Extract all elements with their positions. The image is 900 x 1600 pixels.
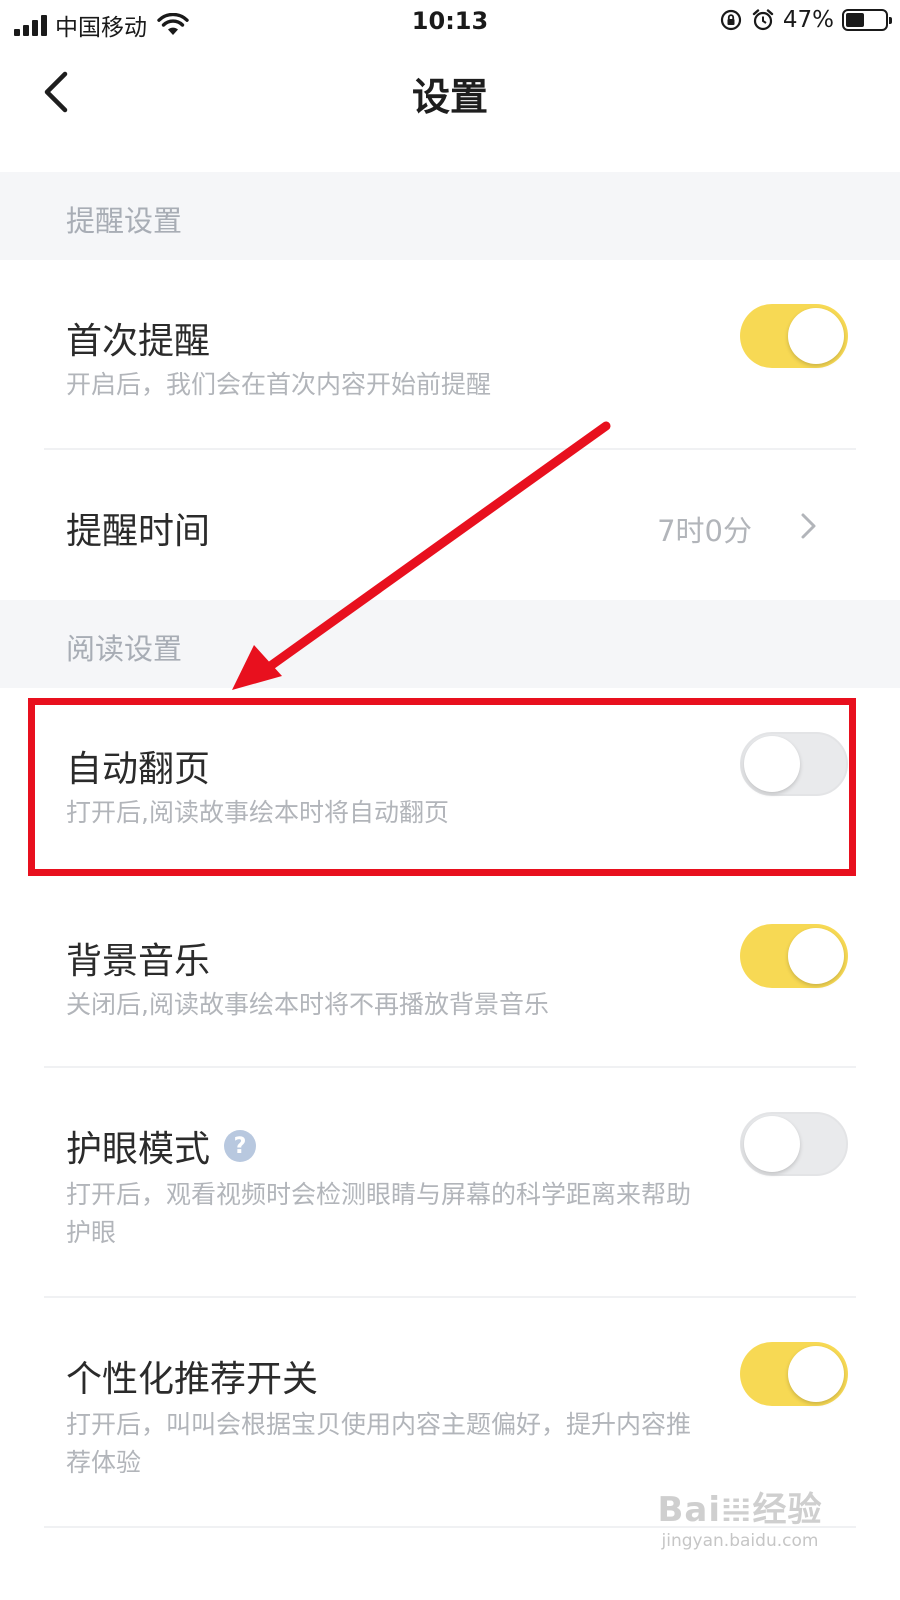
row-reminder-time[interactable]: 提醒时间 7时0分 bbox=[0, 450, 900, 600]
status-bar: 中国移动 10:13 47% bbox=[0, 0, 900, 46]
eye-care-title: 护眼模式 ? bbox=[66, 1120, 257, 1172]
auto-page-toggle[interactable] bbox=[740, 732, 848, 796]
eye-care-toggle[interactable] bbox=[740, 1112, 848, 1176]
first-reminder-toggle[interactable] bbox=[740, 304, 848, 368]
chevron-left-icon bbox=[44, 71, 68, 113]
bg-music-title: 背景音乐 bbox=[66, 941, 211, 982]
chevron-right-icon bbox=[801, 513, 816, 539]
auto-page-title: 自动翻页 bbox=[66, 749, 211, 790]
status-right: 47% bbox=[719, 7, 892, 33]
row-auto-page: 自动翻页 打开后,阅读故事绘本时将自动翻页 bbox=[0, 688, 900, 880]
watermark-url: jingyan.baidu.com bbox=[661, 1531, 819, 1551]
page-title: 设置 bbox=[411, 75, 488, 119]
nav-bar: 设置 bbox=[0, 46, 900, 140]
row-first-reminder: 首次提醒 开启后，我们会在首次内容开始前提醒 bbox=[0, 260, 900, 450]
auto-page-desc: 打开后,阅读故事绘本时将自动翻页 bbox=[66, 798, 449, 827]
first-reminder-title: 首次提醒 bbox=[66, 321, 211, 362]
reminder-time-title: 提醒时间 bbox=[66, 511, 211, 552]
battery-fill bbox=[846, 13, 864, 27]
reminder-time-value: 7时0分 bbox=[657, 514, 752, 548]
row-bg-music: 背景音乐 关闭后,阅读故事绘本时将不再播放背景音乐 bbox=[0, 880, 900, 1068]
section-title-reminder: 提醒设置 bbox=[66, 204, 183, 238]
battery-percent: 47% bbox=[782, 7, 834, 33]
toggle-knob bbox=[788, 928, 844, 984]
watermark-logo: Bai𝍐经验 bbox=[657, 1490, 823, 1530]
section-header-reading: 阅读设置 bbox=[0, 600, 900, 688]
personalized-title: 个性化推荐开关 bbox=[66, 1359, 319, 1400]
row-eye-care: 护眼模式 ? 打开后，观看视频时会检测眼睛与屏幕的科学距离来帮助护眼 bbox=[0, 1068, 900, 1298]
alarm-icon bbox=[752, 9, 774, 31]
section-title-reading: 阅读设置 bbox=[66, 632, 183, 666]
toggle-knob bbox=[744, 1116, 800, 1172]
bg-music-desc: 关闭后,阅读故事绘本时将不再播放背景音乐 bbox=[66, 990, 549, 1019]
toggle-knob bbox=[788, 1346, 844, 1402]
section-header-reminder: 提醒设置 bbox=[0, 172, 900, 260]
personalized-toggle[interactable] bbox=[740, 1342, 848, 1406]
bg-music-toggle[interactable] bbox=[740, 924, 848, 988]
first-reminder-desc: 开启后，我们会在首次内容开始前提醒 bbox=[66, 370, 492, 399]
toggle-knob bbox=[744, 736, 800, 792]
personalized-desc: 打开后，叫叫会根据宝贝使用内容主题偏好，提升内容推荐体验 bbox=[66, 1410, 692, 1477]
battery-icon bbox=[842, 9, 892, 31]
help-icon[interactable]: ? bbox=[224, 1130, 257, 1162]
watermark: Bai𝍐经验 jingyan.baidu.com bbox=[650, 1482, 830, 1551]
orientation-lock-icon bbox=[720, 9, 741, 31]
back-button[interactable] bbox=[28, 64, 84, 120]
toggle-knob bbox=[788, 308, 844, 364]
eye-care-desc: 打开后，观看视频时会检测眼睛与屏幕的科学距离来帮助护眼 bbox=[66, 1180, 692, 1247]
